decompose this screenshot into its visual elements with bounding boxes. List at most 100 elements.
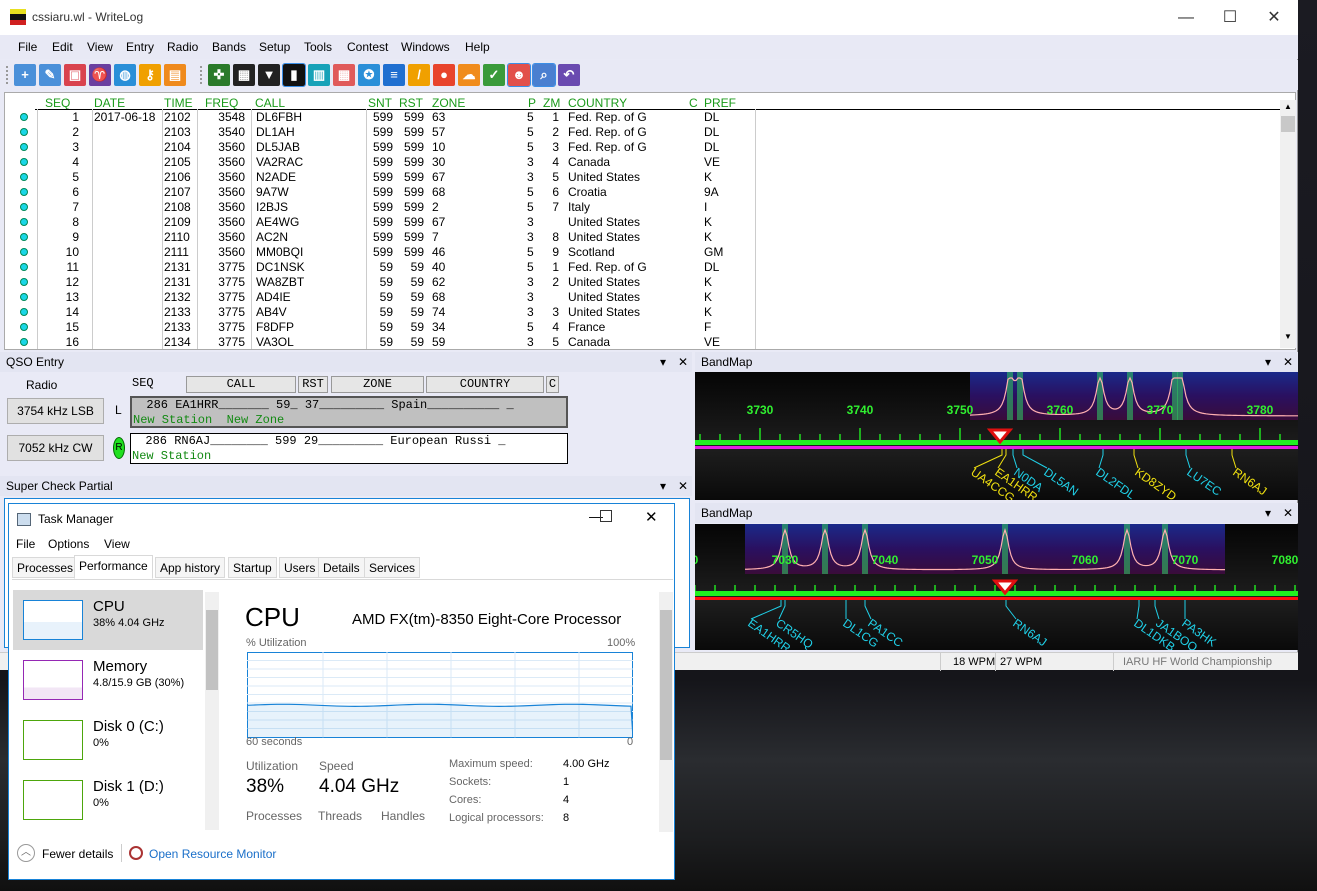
close-button[interactable]: ✕ (1252, 4, 1296, 32)
minimize-button[interactable]: — (1164, 4, 1208, 32)
checklist-icon[interactable]: ✓ (483, 64, 505, 86)
table-row[interactable]: 12 2131 3775 WA8ZBT 59 59 62 3 2 United States K (5, 275, 1275, 290)
radio2-frequency-button[interactable]: 7052 kHz CW (7, 435, 104, 461)
panel-menu-icon[interactable]: ▾ (660, 352, 666, 372)
bandmap-canvas[interactable]: 3730 3740 3750 3760 3770 3780UA4CCGEA1HRRN0DA… (695, 372, 1299, 505)
log-scrollbar[interactable]: ▲ ▼ (1280, 100, 1296, 348)
sidebar-scrollbar[interactable] (205, 592, 219, 830)
zone-column-button[interactable]: ZONE (331, 376, 424, 393)
tab-services[interactable]: Services (364, 557, 421, 578)
panel-menu-icon[interactable]: ▾ (1265, 352, 1271, 372)
entry-line-1-fields[interactable]: 286 EA1HRR_______ 59_ 37_________ Spain_… (132, 398, 513, 412)
pencil-icon[interactable]: / (408, 64, 430, 86)
tab-performance[interactable]: Performance (74, 555, 153, 579)
menu-edit[interactable]: Edit (52, 40, 73, 54)
entry-line-2-fields[interactable]: 286 RN6AJ________ 599 29_________ Europe… (131, 434, 505, 448)
compass-icon[interactable]: ✪ (358, 64, 380, 86)
bandmap-icon[interactable]: ▮ (282, 63, 306, 87)
open-resource-monitor-link[interactable]: Open Resource Monitor (149, 847, 276, 861)
tm-maximize-button[interactable] (600, 510, 612, 522)
panel-close-icon[interactable]: ✕ (1283, 503, 1293, 523)
table-row[interactable]: 16 2134 3775 VA3OL 59 59 59 3 5 Canada VE (5, 335, 1275, 349)
list-icon[interactable]: ≡ (383, 64, 405, 86)
qso-entry-line-1[interactable]: 286 EA1HRR_______ 59_ 37_________ Spain_… (130, 396, 568, 428)
menu-file[interactable]: File (18, 40, 37, 54)
column-header-call[interactable]: CALL (255, 96, 285, 110)
table-row[interactable]: 9 2110 3560 AC2N 599 599 7 3 8 United States K (5, 230, 1275, 245)
bandmap-canvas[interactable]: 7020703070407050706070707080EA1HRRCR5HQD… (672, 524, 1299, 656)
bandmap1[interactable]: 3730 3740 3750 3760 3770 3780 UA4CCG EA1HRR N0DA… (695, 372, 1299, 505)
column-header-seq[interactable]: SEQ (45, 96, 70, 110)
menu-setup[interactable]: Setup (259, 40, 290, 54)
save-icon[interactable]: ▣ (64, 64, 86, 86)
menu-entry[interactable]: Entry (126, 40, 154, 54)
column-header-freq[interactable]: FREQ (205, 96, 238, 110)
menu-help[interactable]: Help (465, 40, 490, 54)
table-row[interactable]: 14 2133 3775 AB4V 59 59 74 3 3 United States K (5, 305, 1275, 320)
packet-spot-icon[interactable]: ▼ (258, 64, 280, 86)
menu-windows[interactable]: Windows (401, 40, 450, 54)
window-search-icon[interactable]: ⌕ (532, 63, 556, 87)
table-row[interactable]: 7 2108 3560 I2BJS 599 599 2 5 7 Italy I (5, 200, 1275, 215)
menu-contest[interactable]: Contest (347, 40, 388, 54)
maximize-button[interactable]: ☐ (1208, 4, 1252, 32)
perf-item-cpu[interactable]: CPU 38% 4.04 GHz (13, 590, 203, 650)
tab-processes[interactable]: Processes (12, 557, 79, 578)
packet-icon[interactable]: ▦ (233, 64, 255, 86)
scroll-up-icon[interactable]: ▲ (1281, 102, 1295, 114)
tm-menu-file[interactable]: File (16, 537, 35, 551)
briefcase-icon[interactable]: ▤ (164, 64, 186, 86)
scroll-thumb[interactable] (1281, 116, 1295, 132)
column-header-snt[interactable]: SNT (368, 96, 392, 110)
details-scrollbar[interactable] (659, 592, 673, 832)
column-header-country[interactable]: COUNTRY (568, 96, 627, 110)
scroll-down-icon[interactable]: ▼ (1281, 332, 1295, 344)
panel-menu-icon[interactable]: ▾ (660, 476, 666, 496)
bar-chart-icon[interactable]: ▥ (308, 64, 330, 86)
tm-menu-view[interactable]: View (104, 537, 130, 551)
table-row[interactable]: 10 2111 3560 MM0BQI 599 599 46 5 9 Scotland GM (5, 245, 1275, 260)
call-column-button[interactable]: CALL (186, 376, 296, 393)
tab-users[interactable]: Users (279, 557, 321, 578)
panel-close-icon[interactable]: ✕ (1283, 352, 1293, 372)
qso-entry-line-2[interactable]: 286 RN6AJ________ 599 29_________ Europe… (130, 433, 568, 464)
tm-menu-options[interactable]: Options (48, 537, 89, 551)
radio1-frequency-button[interactable]: 3754 kHz LSB (7, 398, 104, 424)
tab-app-history[interactable]: App history (155, 557, 226, 578)
calendar-icon[interactable]: ▦ (333, 64, 355, 86)
perf-item-disk-1-d-[interactable]: Disk 1 (D:) 0% (13, 770, 203, 830)
panel-menu-icon[interactable]: ▾ (1265, 503, 1271, 523)
table-row[interactable]: 3 2104 3560 DL5JAB 599 599 10 5 3 Fed. Rep. of G D… (5, 140, 1275, 155)
tab-startup[interactable]: Startup (228, 557, 277, 578)
table-row[interactable]: 4 2105 3560 VA2RAC 599 599 30 3 4 Canada VE (5, 155, 1275, 170)
tm-close-button[interactable]: ✕ (645, 508, 658, 526)
menu-tools[interactable]: Tools (304, 40, 332, 54)
table-row[interactable]: 2 2103 3540 DL1AH 599 599 57 5 2 Fed. Rep. of G DL (5, 125, 1275, 140)
column-header-time[interactable]: TIME (164, 96, 193, 110)
column-header-pref[interactable]: PREF (704, 96, 736, 110)
undo-icon[interactable]: ↶ (558, 64, 580, 86)
panel-close-icon[interactable]: ✕ (678, 476, 688, 496)
ram-icon[interactable]: ♈ (89, 64, 111, 86)
globe-icon[interactable]: ◍ (114, 64, 136, 86)
table-row[interactable]: 8 2109 3560 AE4WG 599 599 67 3 United States K (5, 215, 1275, 230)
perf-item-disk-0-c-[interactable]: Disk 0 (C:) 0% (13, 710, 203, 770)
cloud-icon[interactable]: ☁ (458, 64, 480, 86)
table-row[interactable]: 6 2107 3560 9A7W 599 599 68 5 6 Croatia 9A (5, 185, 1275, 200)
new-file-icon[interactable]: + (14, 64, 36, 86)
table-row[interactable]: 11 2131 3775 DC1NSK 59 59 40 5 1 Fed. Rep. of G DL (5, 260, 1275, 275)
edit-file-icon[interactable]: ✎ (39, 64, 61, 86)
rst-column-button[interactable]: RST (298, 376, 328, 393)
c-column-button[interactable]: C (546, 376, 559, 393)
table-row[interactable]: 13 2132 3775 AD4IE 59 59 68 3 United States K (5, 290, 1275, 305)
column-header-zone[interactable]: ZONE (432, 96, 465, 110)
network-icon[interactable]: ✜ (208, 64, 230, 86)
chevron-up-icon[interactable]: ︿ (17, 844, 35, 862)
fewer-details-link[interactable]: Fewer details (42, 847, 113, 861)
perf-item-memory[interactable]: Memory 4.8/15.9 GB (30%) (13, 650, 203, 710)
tab-details[interactable]: Details (318, 557, 365, 578)
column-header-c[interactable]: C (689, 96, 698, 110)
menu-bands[interactable]: Bands (212, 40, 246, 54)
table-row[interactable]: 1 2017-06-18 2102 3548 DL6FBH 599 599 63 5 1 Fed. … (5, 110, 1275, 125)
column-header-rst[interactable]: RST (399, 96, 423, 110)
